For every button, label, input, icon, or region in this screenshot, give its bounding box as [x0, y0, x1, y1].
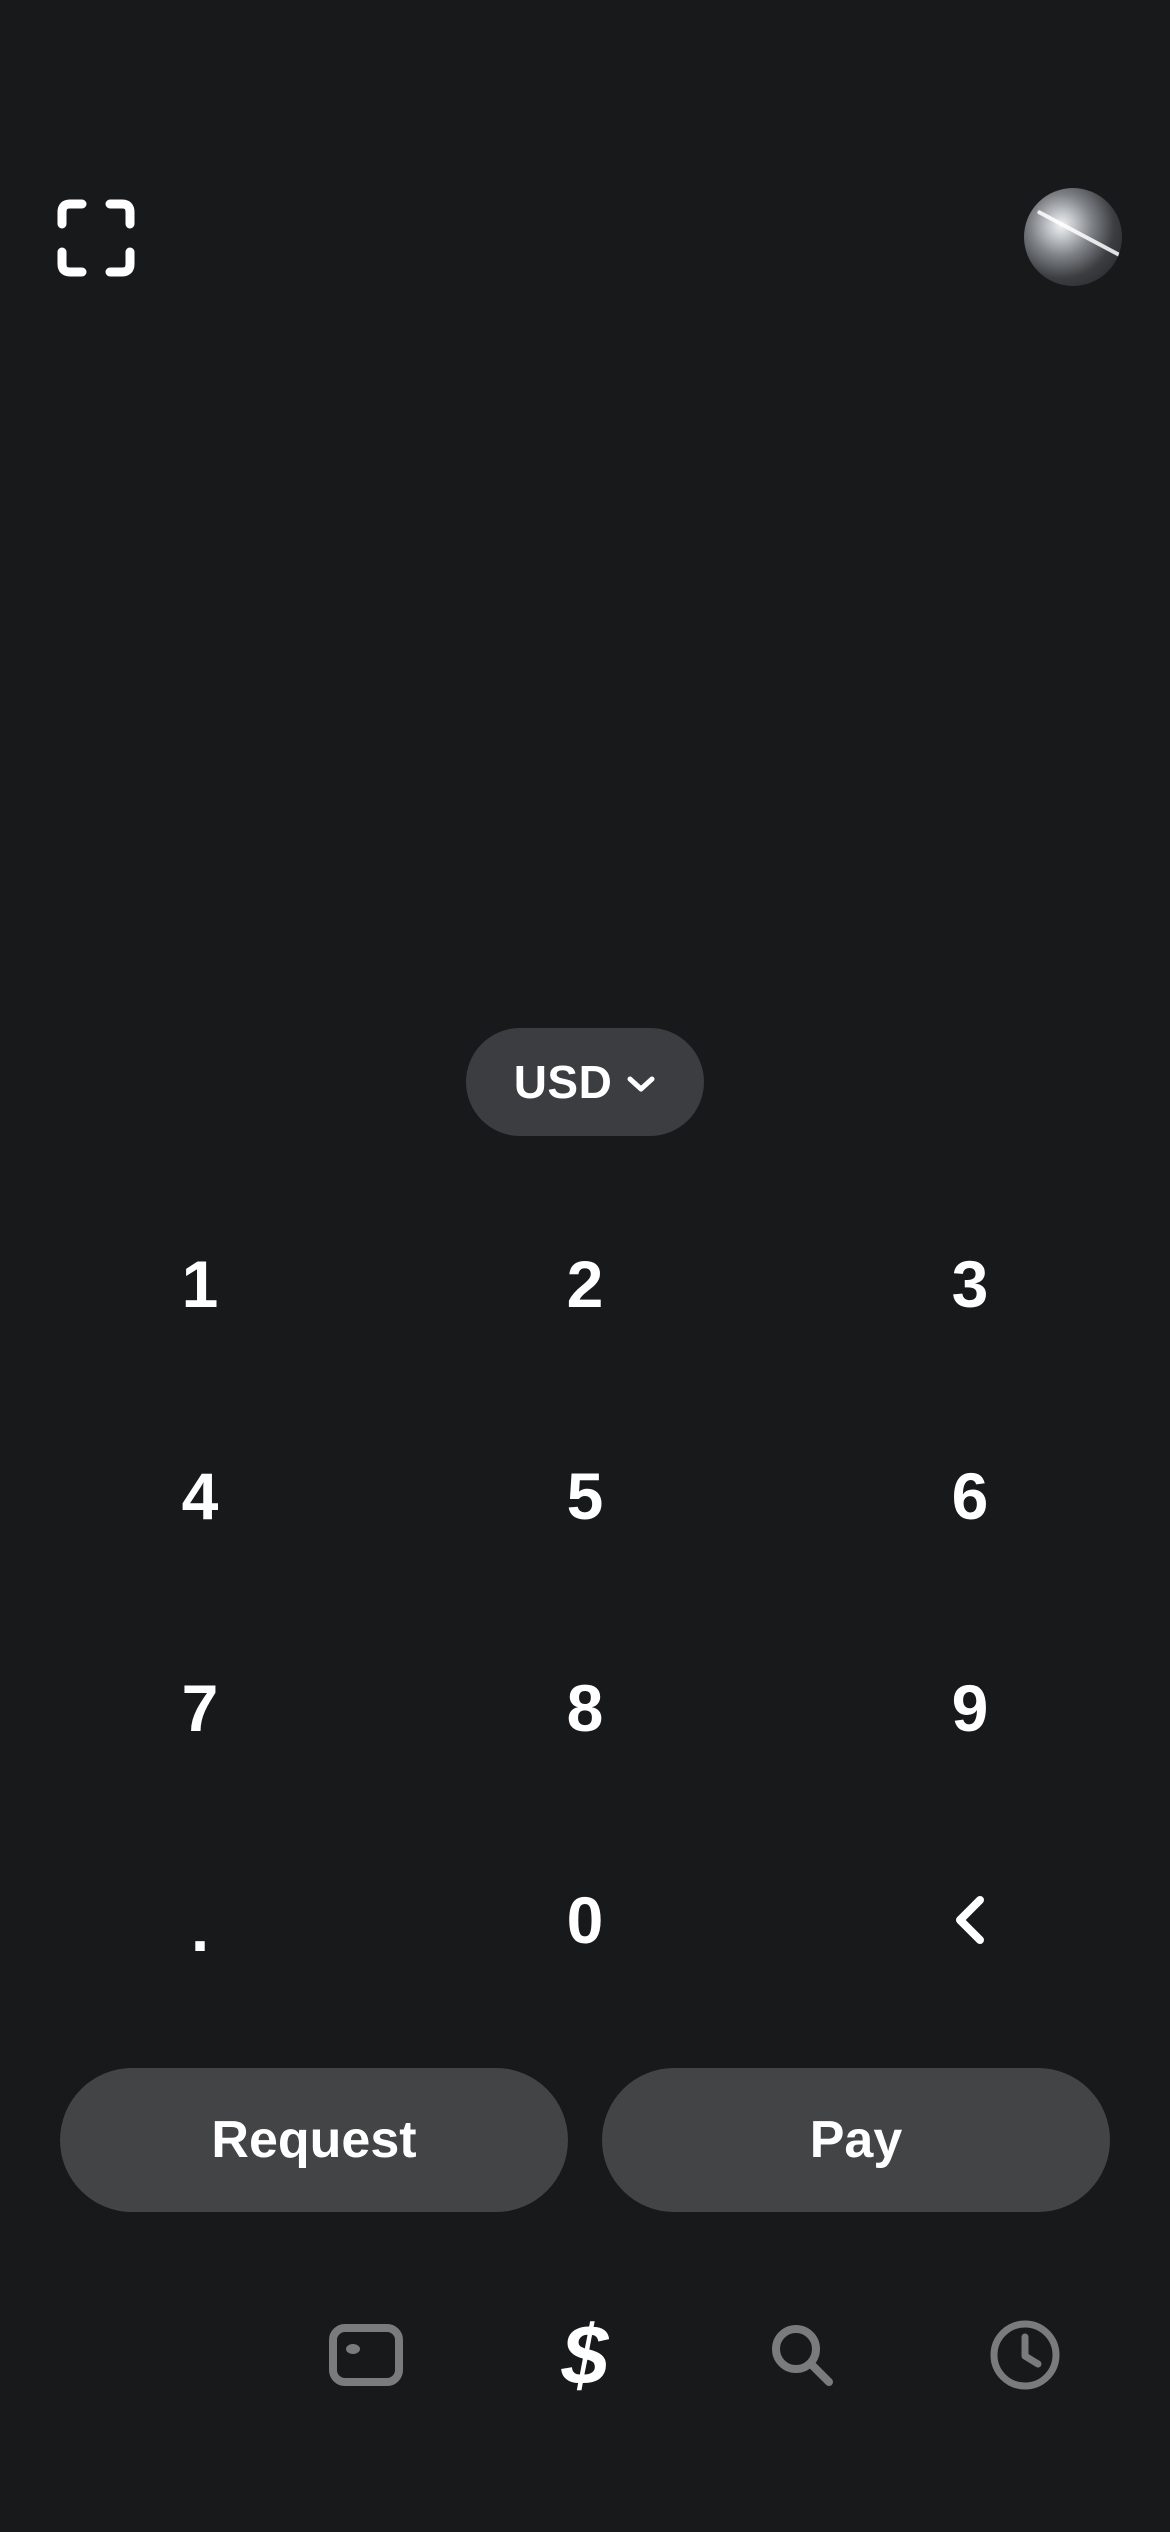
key-5[interactable]: 5 [400, 1390, 770, 1602]
request-button[interactable]: Request [60, 2068, 568, 2212]
tab-activity[interactable] [970, 2300, 1080, 2410]
key-6[interactable]: 6 [770, 1390, 1170, 1602]
key-1[interactable]: 1 [0, 1178, 400, 1390]
key-label: 7 [181, 1671, 219, 1745]
key-0[interactable]: 0 [400, 1814, 770, 2026]
key-label: 8 [566, 1671, 604, 1745]
tab-cash[interactable]: $ [530, 2300, 640, 2410]
key-decimal[interactable]: . [0, 1814, 400, 2026]
currency-label: USD [513, 1056, 613, 1108]
profile-avatar[interactable] [1024, 188, 1122, 286]
tab-search[interactable] [747, 2300, 857, 2410]
key-label: 5 [566, 1459, 604, 1533]
key-7[interactable]: 7 [0, 1602, 400, 1814]
pay-button[interactable]: Pay [602, 2068, 1110, 2212]
key-3[interactable]: 3 [770, 1178, 1170, 1390]
backspace-key[interactable] [770, 1814, 1170, 2026]
key-8[interactable]: 8 [400, 1602, 770, 1814]
key-label: 1 [181, 1247, 219, 1321]
tab-money[interactable] [311, 2300, 421, 2410]
request-button-label: Request [211, 2111, 417, 2169]
key-label: . [190, 1891, 210, 1965]
currency-selector[interactable]: USD [466, 1028, 704, 1136]
clock-icon [990, 2320, 1060, 2390]
card-icon [329, 2324, 403, 2386]
chevron-down-icon [627, 1076, 655, 1092]
chevron-left-icon [956, 1896, 984, 1944]
key-label: 4 [181, 1459, 219, 1533]
key-label: 9 [951, 1671, 989, 1745]
bottom-tab-bar: $ [0, 2300, 1170, 2410]
pay-button-label: Pay [809, 2111, 903, 2169]
qr-scan-icon[interactable] [56, 198, 136, 278]
number-keypad: 1 2 3 4 5 6 7 8 9 . 0 [0, 1178, 1170, 2026]
key-9[interactable]: 9 [770, 1602, 1170, 1814]
key-label: 6 [951, 1459, 989, 1533]
avatar-image [1036, 209, 1122, 259]
key-label: 3 [951, 1247, 989, 1321]
key-2[interactable]: 2 [400, 1178, 770, 1390]
search-icon [772, 2325, 833, 2386]
dollar-icon: $ [561, 2308, 609, 2402]
key-label: 2 [566, 1247, 604, 1321]
key-label: 0 [566, 1883, 604, 1957]
key-4[interactable]: 4 [0, 1390, 400, 1602]
